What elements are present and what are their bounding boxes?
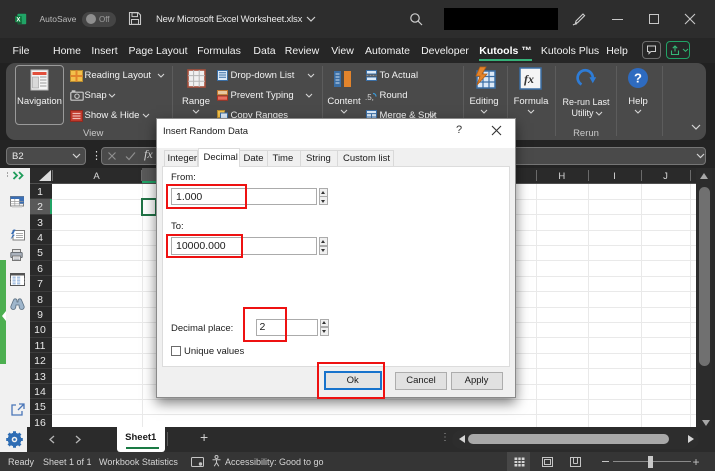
svg-text:X: X xyxy=(16,17,20,23)
svg-text:.5,: .5, xyxy=(365,93,374,102)
svg-text:fx: fx xyxy=(524,72,534,86)
svg-text:?: ? xyxy=(634,71,642,86)
